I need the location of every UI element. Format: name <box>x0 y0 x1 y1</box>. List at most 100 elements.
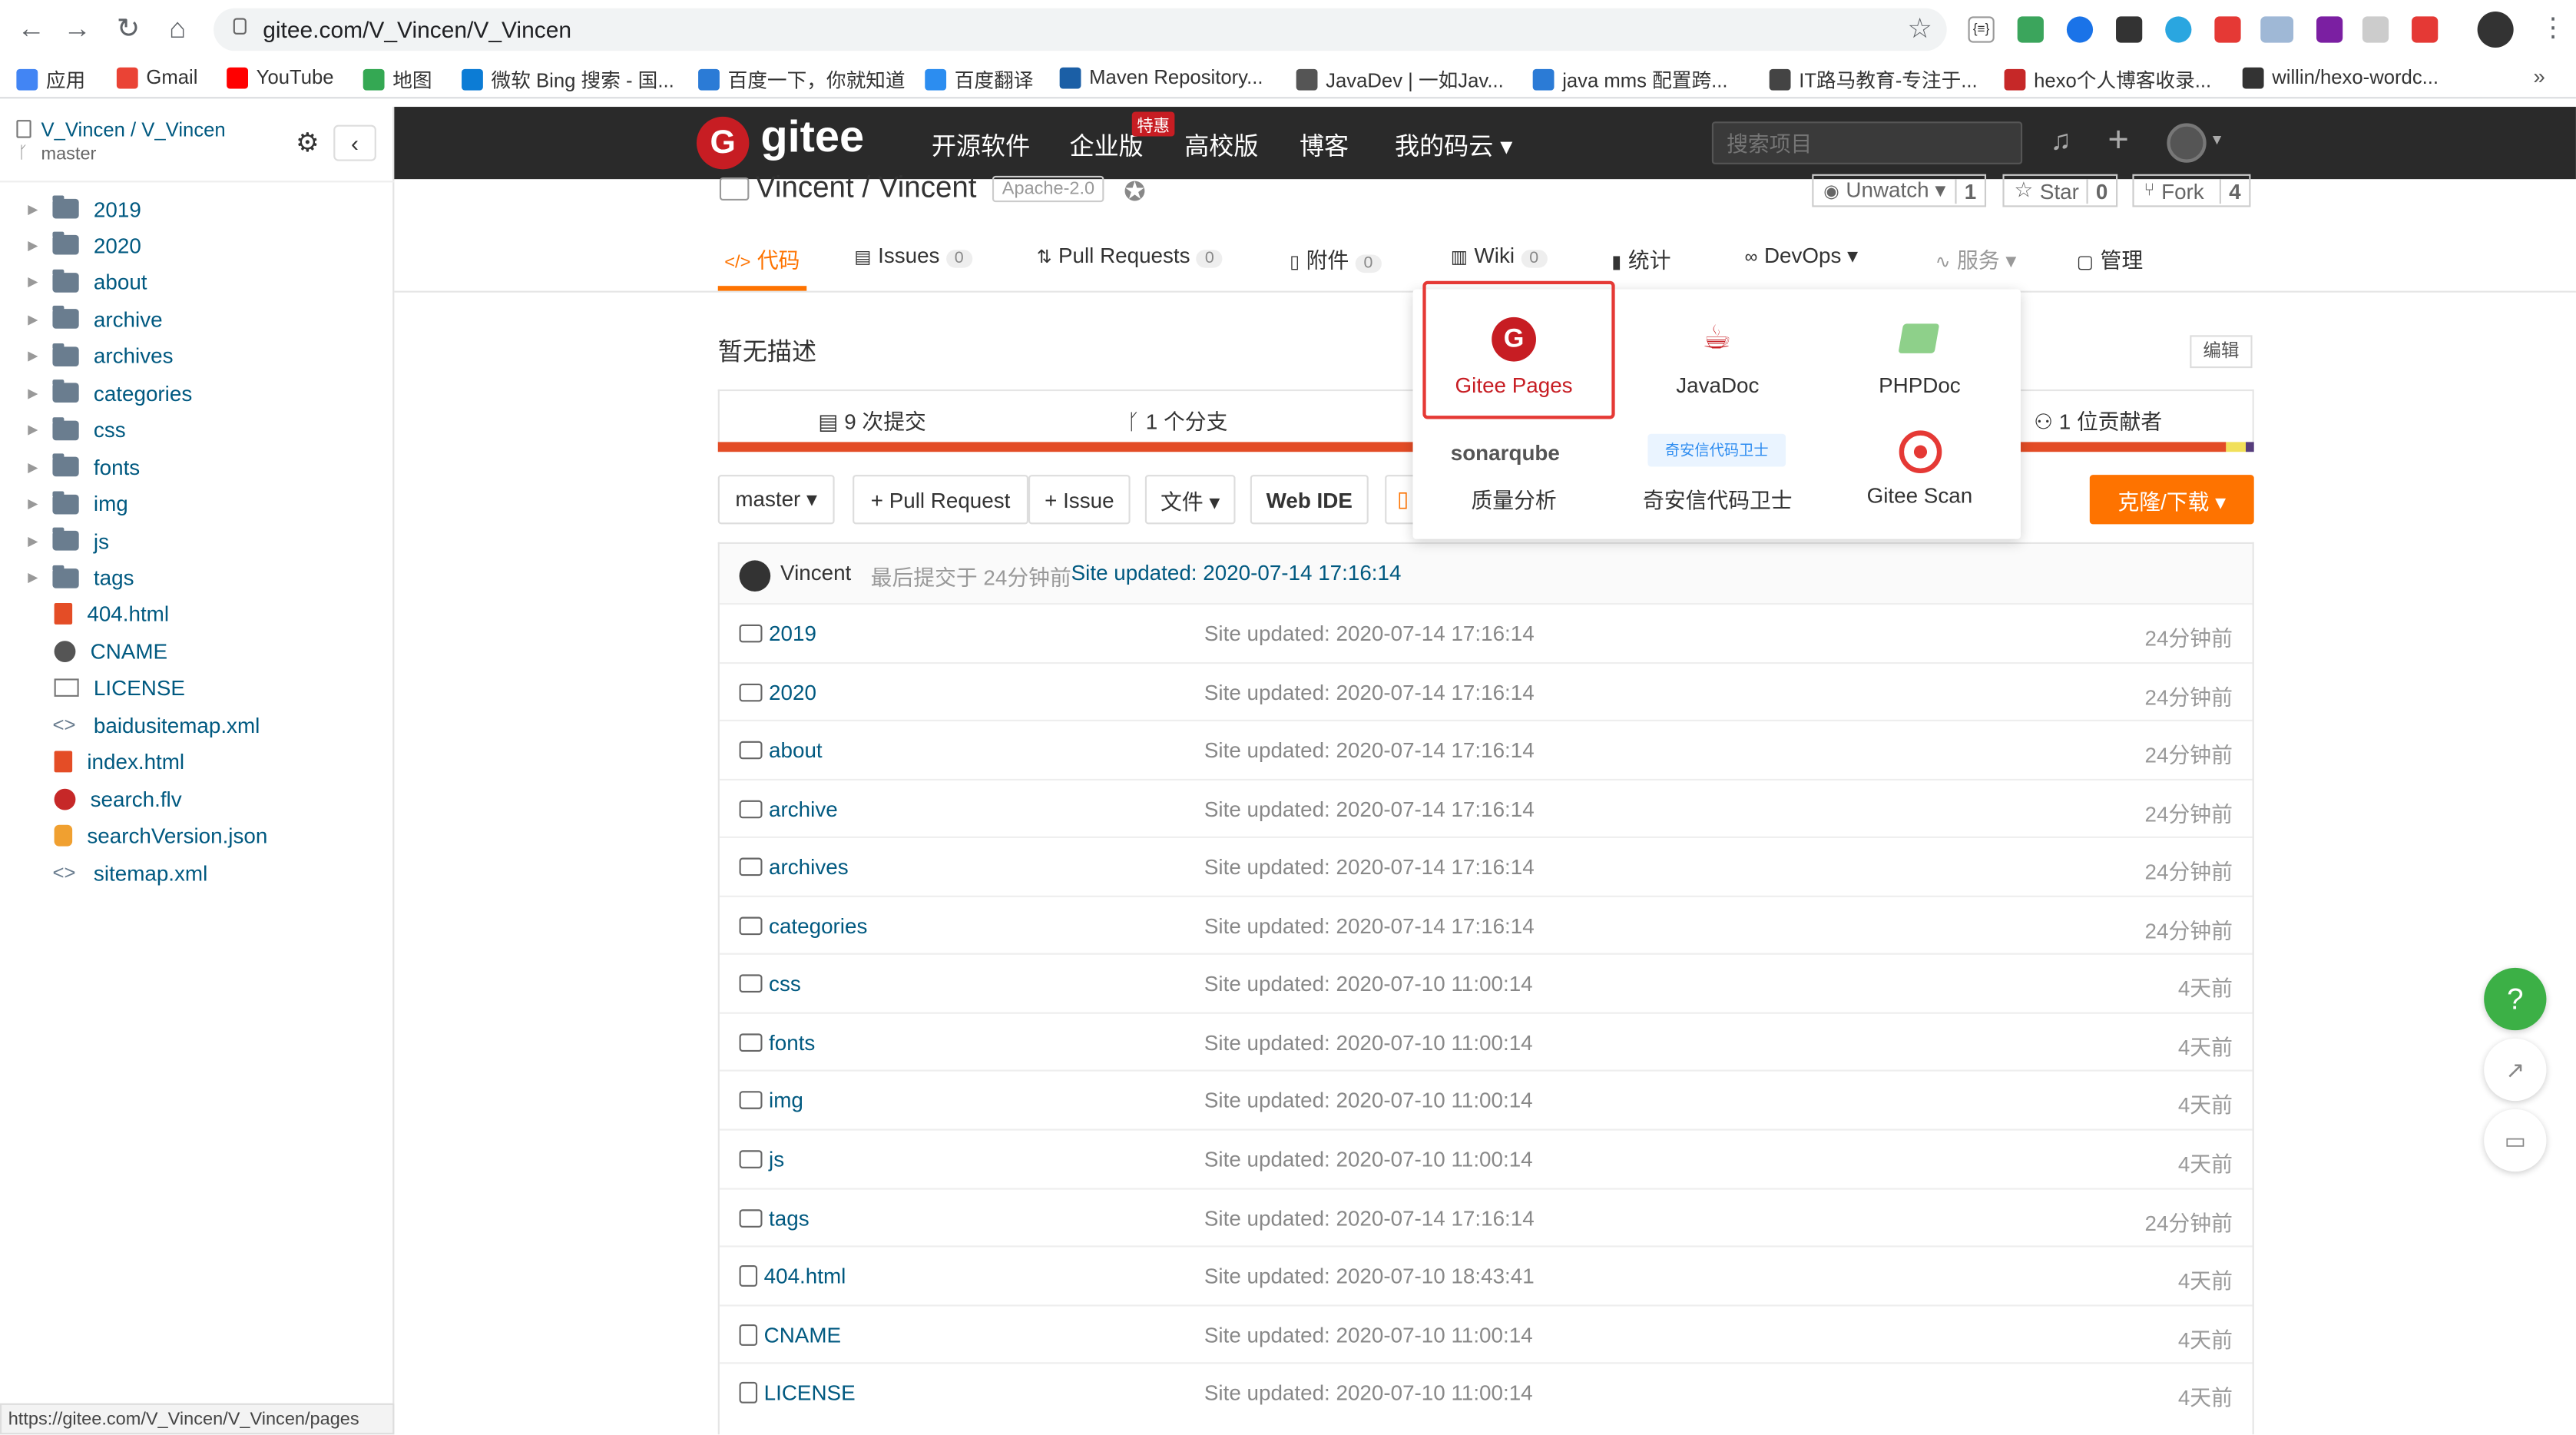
phpdoc-item[interactable]: PHPDoc <box>1819 373 2021 398</box>
branches-count[interactable]: ᚴ 1 个分支 <box>1127 404 1227 436</box>
extension-icon[interactable] <box>2412 16 2439 43</box>
collapse-sidebar-button[interactable]: ‹ <box>333 124 376 161</box>
bookmark-item[interactable]: 应用 <box>16 66 85 94</box>
project-tab[interactable]: ▤ Issues 0 <box>854 244 972 268</box>
file-commit-message[interactable]: Site updated: 2020-07-14 17:16:14 <box>1204 738 1535 763</box>
file-row[interactable]: about Site updated: 2020-07-14 17:16:14 24… <box>719 720 2253 778</box>
file-name-cell[interactable]: archive <box>739 797 838 821</box>
tree-item[interactable]: CNAME <box>0 633 394 669</box>
tree-item[interactable]: 404.html <box>0 596 394 632</box>
extension-icon[interactable] <box>2316 16 2343 43</box>
bookmark-item[interactable]: IT路马教育-专注于... <box>1769 66 1978 94</box>
file-name[interactable]: archives <box>769 855 849 880</box>
file-row[interactable]: img Site updated: 2020-07-10 11:00:14 4天前 <box>719 1070 2253 1128</box>
extension-icon[interactable] <box>2066 16 2094 43</box>
tree-item[interactable]: <> sitemap.xml <box>0 854 394 890</box>
file-name-cell[interactable]: 2019 <box>739 621 816 646</box>
file-name-cell[interactable]: about <box>739 738 823 763</box>
home-icon[interactable]: ⌂ <box>159 12 195 48</box>
project-tab[interactable]: ⇅ Pull Requests 0 <box>1037 244 1223 268</box>
commits-count[interactable]: ▤ 9 次提交 <box>818 404 926 436</box>
qianxin-codesafe-item[interactable]: 奇安信代码卫士 <box>1617 483 1819 515</box>
file-commit-message[interactable]: Site updated: 2020-07-14 17:16:14 <box>1204 621 1535 646</box>
tree-item[interactable]: <> baidusitemap.xml <box>0 707 394 743</box>
expand-arrow-icon[interactable]: ▶ <box>18 386 48 400</box>
file-row[interactable]: fonts Site updated: 2020-07-10 11:00:14 4天… <box>719 1012 2253 1070</box>
tree-item[interactable]: ▶ categories <box>0 375 394 411</box>
nav-open-source[interactable]: 开源软件 <box>932 128 1030 163</box>
extension-icon[interactable] <box>2017 16 2044 43</box>
star-count[interactable]: 0 <box>2086 178 2116 204</box>
weather-extension-icon[interactable] <box>2260 16 2294 43</box>
tree-item[interactable]: search.flv <box>0 780 394 817</box>
fork-button[interactable]: ⑂ Fork 4 <box>2132 174 2251 207</box>
file-commit-message[interactable]: Site updated: 2020-07-14 17:16:14 <box>1204 1205 1535 1230</box>
file-name-cell[interactable]: tags <box>739 1205 810 1230</box>
extension-icon[interactable] <box>2214 16 2241 43</box>
nav-blog[interactable]: 博客 <box>1300 128 1349 163</box>
quality-analysis-item[interactable]: 质量分析 <box>1413 483 1615 515</box>
file-name-cell[interactable]: 404.html <box>739 1264 846 1288</box>
expand-arrow-icon[interactable]: ▶ <box>18 423 48 437</box>
expand-arrow-icon[interactable]: ▶ <box>18 238 48 253</box>
contributors-count[interactable]: ⚇ 1 位贡献者 <box>2034 404 2162 436</box>
bookmark-item[interactable]: java mms 配置跨... <box>1532 66 1728 94</box>
file-row[interactable]: LICENSE Site updated: 2020-07-10 11:00:14… <box>719 1362 2253 1421</box>
gitee-pages-item[interactable]: Gitee Pages <box>1413 373 1615 398</box>
file-name[interactable]: 2019 <box>769 621 816 646</box>
nav-my-gitee[interactable]: 我的码云 ▾ <box>1395 128 1512 163</box>
file-name-cell[interactable]: CNAME <box>739 1322 841 1347</box>
file-name[interactable]: fonts <box>769 1030 815 1055</box>
new-issue-button[interactable]: + Issue <box>1028 475 1131 525</box>
project-search-input[interactable] <box>1711 121 2023 164</box>
expand-arrow-icon[interactable]: ▶ <box>18 312 48 326</box>
file-name[interactable]: 2020 <box>769 680 816 704</box>
tree-item[interactable]: index.html <box>0 744 394 780</box>
reload-icon[interactable]: ↻ <box>110 12 146 48</box>
file-name-cell[interactable]: archives <box>739 855 849 880</box>
tree-item[interactable]: ▶ archive <box>0 301 394 337</box>
file-name[interactable]: archive <box>769 797 838 821</box>
file-name[interactable]: LICENSE <box>764 1380 856 1405</box>
commit-message[interactable]: Site updated: 2020-07-14 17:16:14 <box>1071 560 1402 585</box>
repo-path[interactable]: V_Vincen / V_Vincen <box>41 118 225 141</box>
file-commit-message[interactable]: Site updated: 2020-07-14 17:16:14 <box>1204 913 1535 938</box>
star-bookmark-icon[interactable]: ☆ <box>1907 13 1932 46</box>
file-commit-message[interactable]: Site updated: 2020-07-10 18:43:41 <box>1204 1264 1535 1288</box>
file-row[interactable]: 2019 Site updated: 2020-07-14 17:16:14 24分… <box>719 603 2253 661</box>
file-name-cell[interactable]: 2020 <box>739 680 816 704</box>
star-button[interactable]: ☆ Star 0 <box>2002 174 2118 207</box>
file-row[interactable]: 404.html Site updated: 2020-07-10 18:43:4… <box>719 1245 2253 1304</box>
bell-icon[interactable]: ♫ <box>2050 125 2071 158</box>
profile-avatar[interactable] <box>2477 11 2514 48</box>
bookmark-item[interactable]: 百度翻译 <box>925 66 1033 94</box>
menu-icon[interactable]: ⋮ <box>2540 12 2566 45</box>
tree-item[interactable]: LICENSE <box>0 670 394 706</box>
bookmark-item[interactable]: 地图 <box>363 66 432 94</box>
gitee-logo-icon[interactable]: G <box>696 116 750 170</box>
file-name-cell[interactable]: fonts <box>739 1030 815 1055</box>
file-commit-message[interactable]: Site updated: 2020-07-10 11:00:14 <box>1204 1322 1533 1347</box>
feedback-icon[interactable]: ▭ <box>2484 1109 2547 1172</box>
file-row[interactable]: categories Site updated: 2020-07-14 17:16… <box>719 895 2253 953</box>
gear-icon[interactable]: ⚙ <box>296 127 320 160</box>
file-name[interactable]: about <box>769 738 823 763</box>
url-text[interactable]: gitee.com/V_Vincen/V_Vincen <box>263 16 571 42</box>
expand-arrow-icon[interactable]: ▶ <box>18 570 48 585</box>
forward-icon[interactable]: → <box>59 12 95 48</box>
project-tab[interactable]: ▯ 附件 0 <box>1290 244 1382 275</box>
tree-item[interactable]: searchVersion.json <box>0 817 394 853</box>
tree-item[interactable]: ▶ archives <box>0 338 394 374</box>
file-name[interactable]: js <box>769 1147 784 1172</box>
tree-item[interactable]: ▶ fonts <box>0 449 394 485</box>
file-row[interactable]: js Site updated: 2020-07-10 11:00:14 4天前 <box>719 1128 2253 1187</box>
javadoc-item[interactable]: JavaDoc <box>1617 373 1819 398</box>
file-commit-message[interactable]: Site updated: 2020-07-10 11:00:14 <box>1204 1089 1533 1113</box>
bookmarks-more[interactable]: » <box>2533 64 2545 88</box>
file-commit-message[interactable]: Site updated: 2020-07-14 17:16:14 <box>1204 680 1535 704</box>
chevron-down-icon[interactable]: ▼ <box>2210 131 2224 147</box>
gitee-scan-item[interactable]: Gitee Scan <box>1819 483 2021 508</box>
expand-arrow-icon[interactable]: ▶ <box>18 459 48 474</box>
expand-arrow-icon[interactable]: ▶ <box>18 496 48 511</box>
extension-icon[interactable] <box>2165 16 2192 43</box>
